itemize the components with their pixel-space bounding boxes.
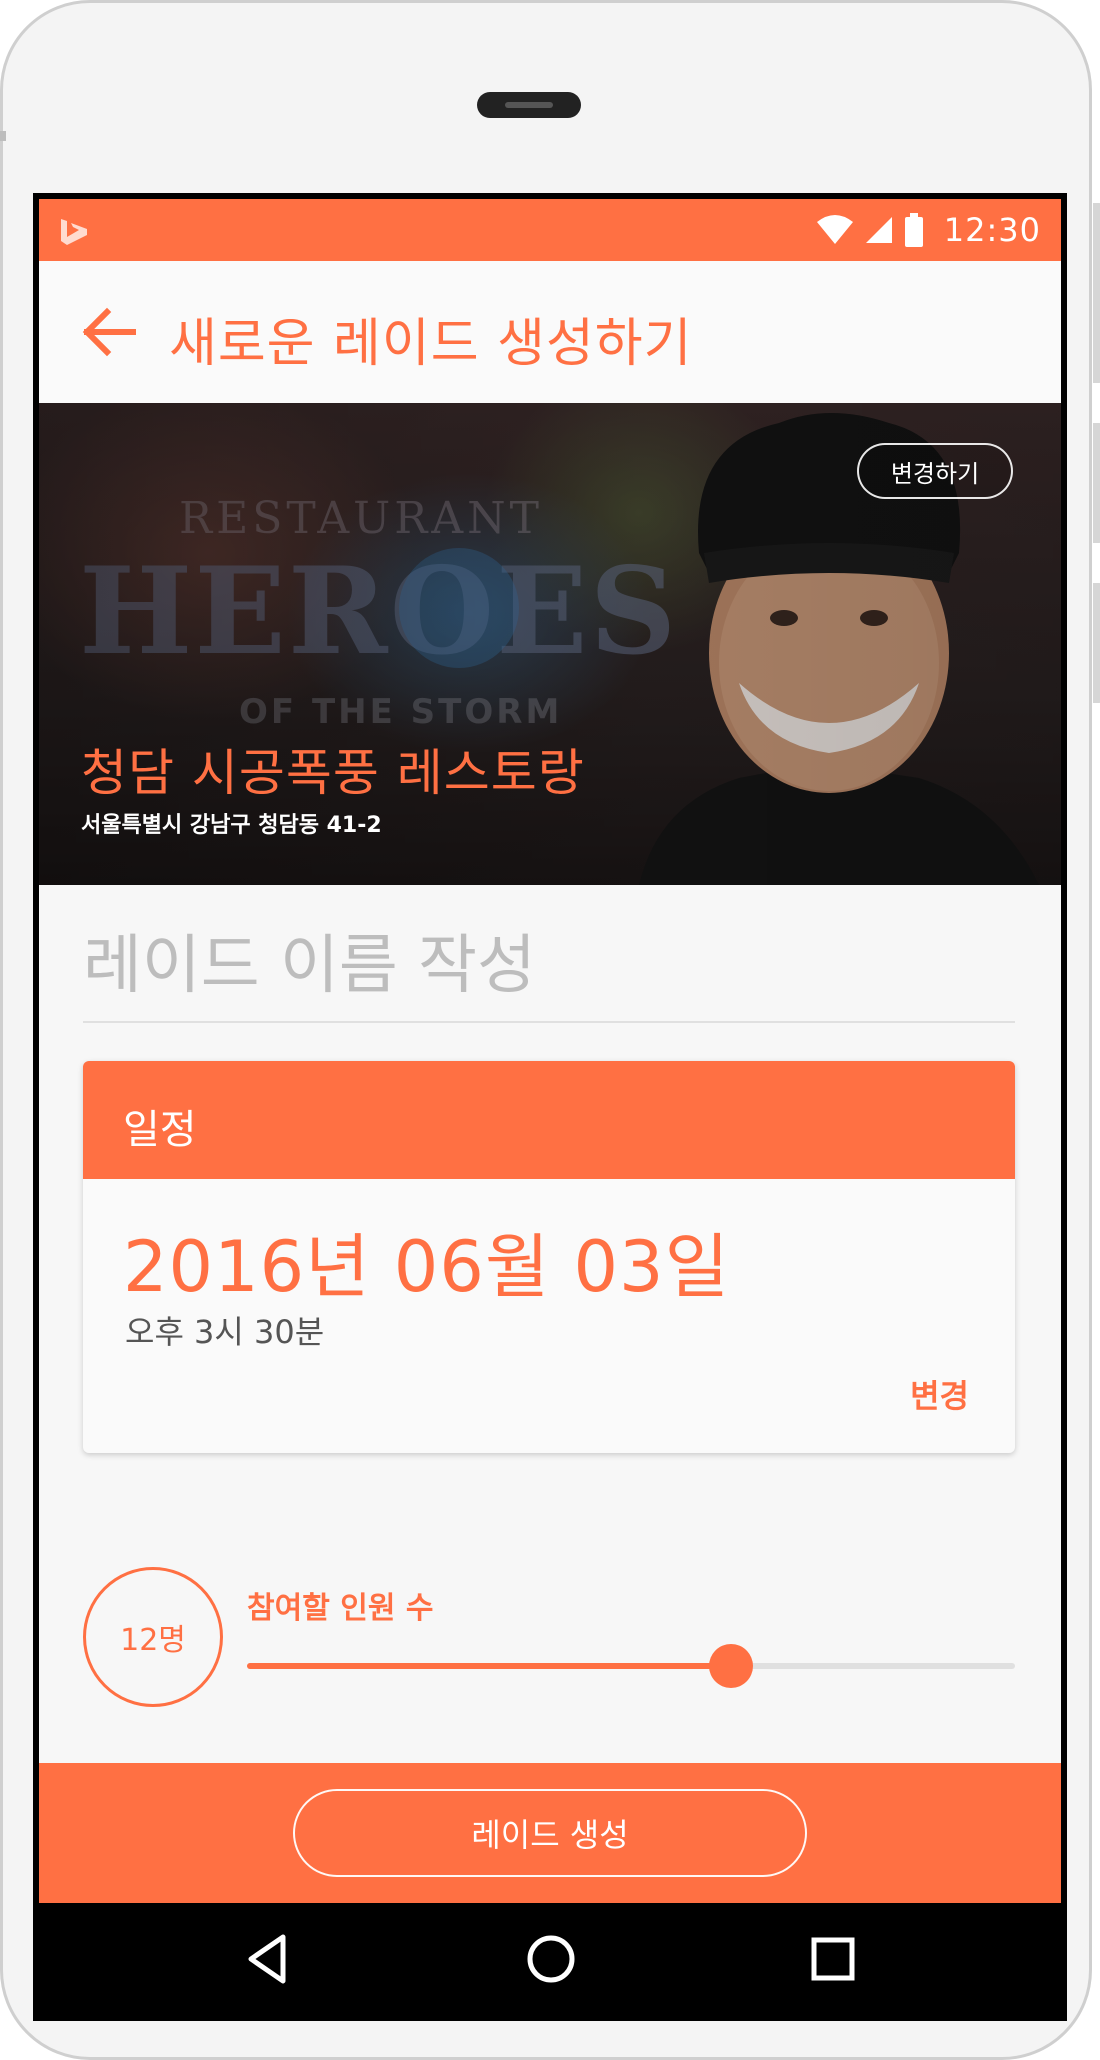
schedule-header: 일정: [83, 1061, 1015, 1179]
back-triangle-icon[interactable]: [239, 1929, 299, 1989]
slider-fill: [247, 1663, 731, 1669]
page-title: 새로운 레이드 생성하기: [169, 314, 693, 374]
schedule-date: 2016년 06월 03일: [123, 1226, 730, 1308]
status-bar: 12:30: [39, 199, 1061, 261]
system-nav-bar: [39, 1903, 1061, 2021]
restaurant-name: 청담 시공폭풍 레스토랑: [81, 744, 585, 802]
raid-name-underline: [83, 1021, 1015, 1023]
change-image-button[interactable]: 변경하기: [857, 443, 1013, 499]
volume-down-button: [1093, 583, 1100, 703]
wifi-icon: [816, 215, 853, 244]
home-circle-icon[interactable]: [521, 1929, 581, 1989]
status-time: 12:30: [943, 211, 1041, 249]
create-raid-button[interactable]: 레이드 생성: [293, 1789, 807, 1877]
bing-logo-icon: [61, 219, 87, 245]
cellular-signal-icon: [865, 217, 892, 243]
schedule-card: 일정 2016년 06월 03일 오후 3시 30분 변경: [83, 1061, 1015, 1453]
app-screen: 12:30 새로운 레이드 생성하기 RESTAURANT HEROES OF …: [39, 199, 1061, 2021]
status-icons: 12:30: [816, 211, 1041, 249]
volume-up-button: [1093, 423, 1100, 543]
recents-square-icon[interactable]: [803, 1929, 863, 1989]
arrow-left-icon[interactable]: [81, 307, 137, 357]
restaurant-hero-image: RESTAURANT HEROES OF THE STORM 변경하기: [39, 403, 1061, 885]
slider-thumb[interactable]: [708, 1644, 753, 1688]
frame-notch: [0, 131, 6, 141]
app-bar: 새로운 레이드 생성하기: [39, 261, 1061, 403]
phone-frame: 12:30 새로운 레이드 생성하기 RESTAURANT HEROES OF …: [0, 0, 1100, 2060]
raid-name-input[interactable]: [83, 921, 1015, 1011]
schedule-time: 오후 3시 30분: [125, 1313, 325, 1351]
participant-count-badge: 12명: [83, 1567, 223, 1707]
battery-icon: [904, 213, 923, 247]
participant-slider-label: 참여할 인원 수: [247, 1591, 434, 1626]
bottom-action-bar: 레이드 생성: [39, 1763, 1061, 1903]
restaurant-address: 서울특별시 강남구 청담동 41-2: [81, 813, 382, 838]
participant-slider[interactable]: [247, 1644, 1015, 1688]
screen: 12:30 새로운 레이드 생성하기 RESTAURANT HEROES OF …: [33, 193, 1067, 2021]
change-schedule-button[interactable]: 변경: [910, 1371, 969, 1417]
earpiece-speaker: [477, 92, 581, 118]
power-button: [1093, 203, 1100, 383]
